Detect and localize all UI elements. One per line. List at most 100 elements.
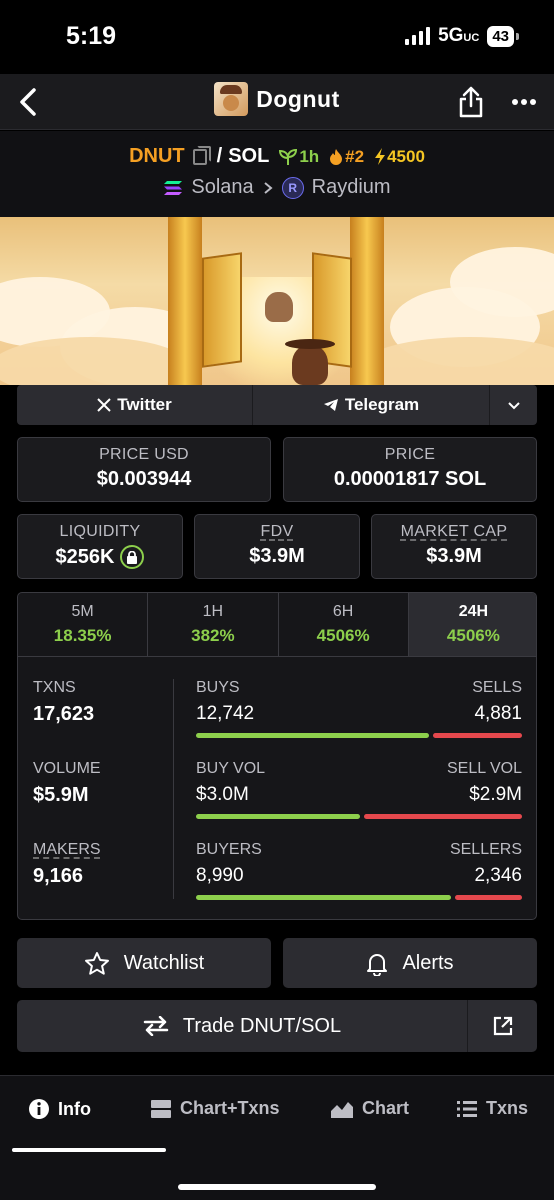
token-banner (0, 217, 554, 385)
nav-chart[interactable]: Chart (330, 1098, 409, 1119)
x-icon (97, 398, 111, 412)
makers-split: BUYERS SELLERS 8,990 2,346 (196, 841, 522, 900)
buys-sells-split: BUYS SELLS 12,742 4,881 (196, 679, 522, 738)
more-socials-button[interactable] (490, 385, 537, 425)
txns-label: TXNS (33, 679, 76, 696)
volume-metric: VOLUME $5.9M (33, 760, 173, 807)
telegram-icon (323, 399, 338, 411)
price-native-label: PRICE (384, 446, 436, 463)
more-icon (512, 99, 536, 105)
telegram-button[interactable]: Telegram (253, 385, 489, 425)
price-native-card: PRICE 0.00001817 SOL (283, 437, 537, 502)
token-name: Dognut (256, 85, 340, 112)
txns-metric: TXNS 17,623 (33, 679, 173, 726)
liquidity-value: $256K (55, 545, 115, 568)
buys-label: BUYS (196, 679, 240, 696)
fdv-label: FDV (260, 523, 294, 540)
liquidity-label: LIQUIDITY (59, 523, 141, 540)
sellers-bar (455, 895, 522, 900)
twitter-button[interactable]: Twitter (17, 385, 252, 425)
market-cap-card[interactable]: MARKET CAP $3.9M (371, 514, 537, 579)
makers-label: MAKERS (33, 841, 101, 858)
volume-split: BUY VOL SELL VOL $3.0M $2.9M (196, 760, 522, 819)
chain-line: Solana R Raydium (0, 176, 554, 199)
buyers-bar (196, 895, 451, 900)
nav-txns[interactable]: Txns (456, 1098, 528, 1119)
status-bar: 5:19 5GUC 43 (0, 0, 554, 74)
tab-5m[interactable]: 5M 18.35% (18, 593, 149, 656)
sprout-icon (279, 148, 298, 165)
tab-6h[interactable]: 6H 4506% (279, 593, 409, 656)
chevron-down-icon (507, 401, 520, 409)
area-chart-icon (331, 1101, 353, 1118)
solana-icon (164, 180, 183, 195)
sell-vol-label: SELL VOL (446, 760, 522, 777)
bottom-nav: Info Chart+Txns Chart Txns (0, 1075, 554, 1200)
lightning-icon (375, 148, 386, 165)
open-external-button[interactable] (467, 1000, 537, 1052)
fdv-value: $3.9M (249, 545, 305, 567)
signal-icon (405, 27, 431, 45)
share-button[interactable] (452, 82, 490, 122)
sellers-label: SELLERS (449, 841, 522, 858)
more-button[interactable] (504, 82, 544, 122)
price-native-value: 0.00001817 SOL (333, 468, 487, 490)
buy-vol-value: $3.0M (196, 784, 249, 805)
buy-vol-bar (196, 814, 360, 819)
lock-icon[interactable] (120, 545, 145, 569)
nav-active-indicator (12, 1148, 166, 1152)
market-cap-value: $3.9M (426, 545, 482, 567)
swap-icon (143, 1016, 169, 1036)
external-link-icon (493, 1016, 512, 1036)
trade-stats: 5M 18.35% 1H 382% 6H 4506% 24H 4506% TXN… (17, 592, 537, 920)
price-usd-label: PRICE USD (99, 446, 189, 463)
buyers-value: 8,990 (196, 865, 244, 886)
divider (173, 679, 174, 899)
fdv-card[interactable]: FDV $3.9M (194, 514, 360, 579)
volume-label: VOLUME (33, 760, 101, 777)
liquidity-value-row: $256K (18, 545, 182, 569)
chart-txns-icon (151, 1099, 171, 1118)
chain-name[interactable]: Solana (191, 176, 253, 199)
pair-age: 1h (279, 147, 319, 167)
buyers-label: BUYERS (196, 841, 262, 858)
trade-button[interactable]: Trade DNUT/SOL (17, 1000, 467, 1052)
liquidity-card: LIQUIDITY $256K (17, 514, 183, 579)
list-icon (457, 1100, 477, 1117)
pair-boosts: 4500 (374, 147, 425, 167)
price-usd-card: PRICE USD $0.003944 (17, 437, 271, 502)
battery-icon: 43 (487, 25, 519, 47)
nav-info[interactable]: Info (28, 1098, 91, 1120)
makers-metric[interactable]: MAKERS 9,166 (33, 841, 173, 888)
makers-value: 9,166 (33, 865, 84, 887)
sell-vol-value: $2.9M (469, 784, 522, 805)
timeframe-tabs: 5M 18.35% 1H 382% 6H 4506% 24H 4506% (18, 593, 536, 657)
chevron-right-icon (264, 181, 273, 194)
pair-quote-symbol: SOL (228, 145, 270, 167)
watchlist-button[interactable]: Watchlist (17, 938, 271, 988)
price-usd-value: $0.003944 (96, 468, 192, 490)
copy-icon[interactable] (192, 145, 211, 165)
tab-24h[interactable]: 24H 4506% (408, 593, 536, 656)
network-label: 5GUC (438, 25, 480, 46)
buys-value: 12,742 (196, 703, 255, 724)
volume-value: $5.9M (33, 784, 89, 806)
tab-1h[interactable]: 1H 382% (148, 593, 279, 656)
sellers-value: 2,346 (474, 865, 522, 886)
pair-section: DNUT / SOL 1h #2 4500 Solana R Raydium (0, 131, 554, 217)
buys-bar (196, 733, 429, 738)
status-time: 5:19 (66, 22, 117, 50)
home-indicator (178, 1184, 376, 1190)
pair-separator: / (216, 145, 223, 167)
nav-chart-txns[interactable]: Chart+Txns (150, 1098, 280, 1119)
app-header: Dognut (0, 74, 554, 130)
bell-icon (367, 953, 388, 976)
buy-vol-label: BUY VOL (196, 760, 266, 777)
social-links: Twitter Telegram (17, 385, 537, 425)
fire-icon (330, 149, 343, 165)
pair-line: DNUT / SOL 1h #2 4500 (0, 145, 554, 168)
pair-base-symbol: DNUT (129, 145, 185, 167)
sells-bar (433, 733, 522, 738)
dex-name[interactable]: Raydium (312, 176, 391, 199)
alerts-button[interactable]: Alerts (283, 938, 537, 988)
